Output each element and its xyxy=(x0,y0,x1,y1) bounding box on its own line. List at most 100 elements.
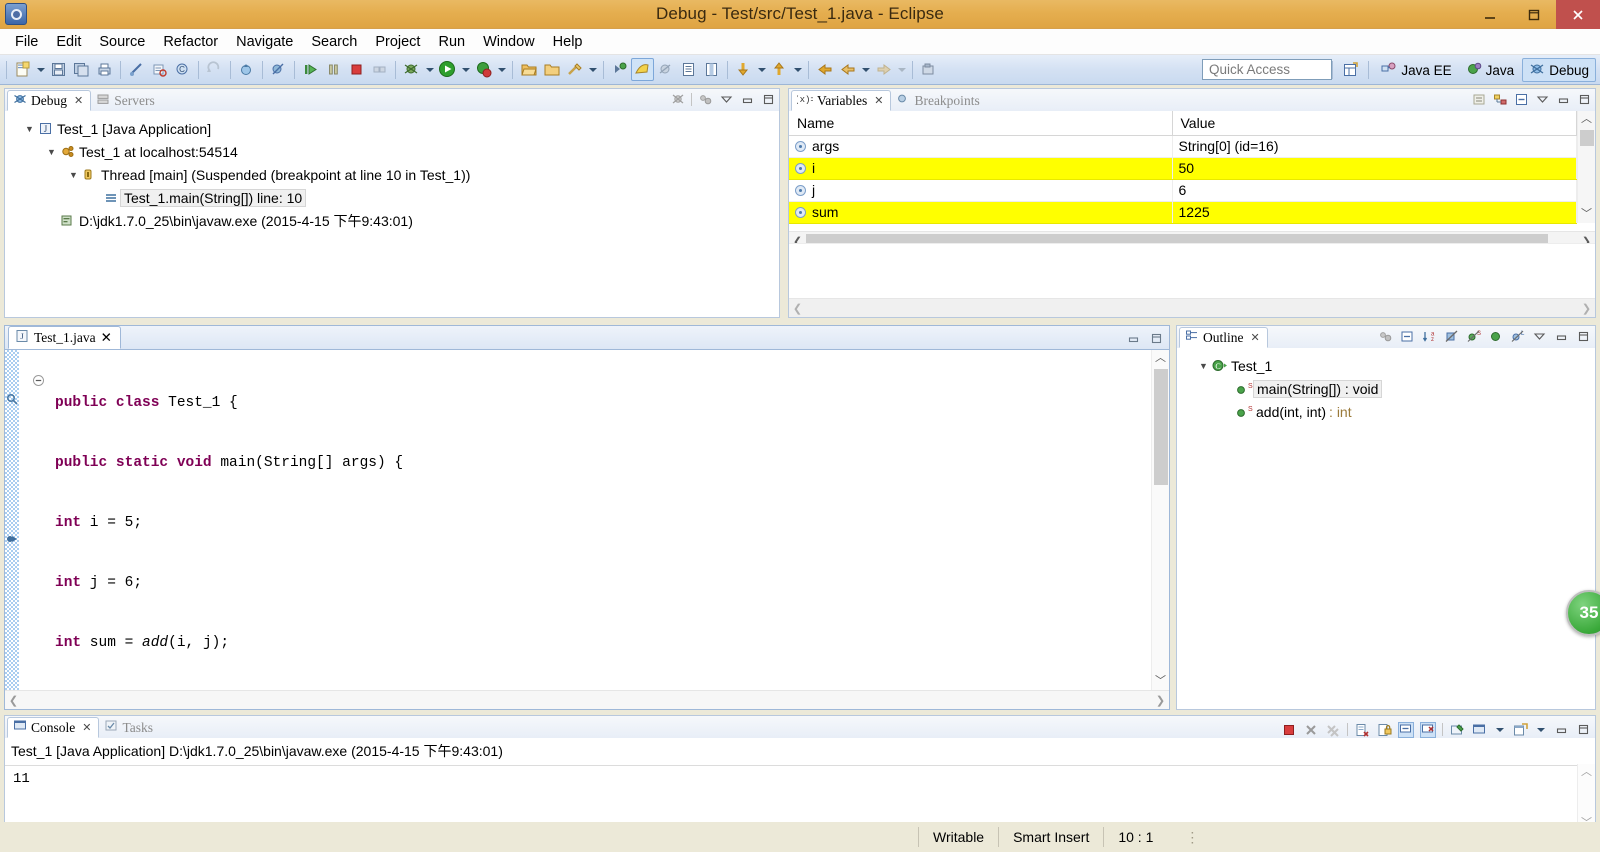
search-dropdown[interactable] xyxy=(586,58,599,81)
minimize-icon[interactable] xyxy=(1553,722,1569,738)
perspective-java[interactable]: Java xyxy=(1460,58,1521,82)
debug-dropdown[interactable] xyxy=(423,58,436,81)
maximize-icon[interactable] xyxy=(1576,91,1592,107)
remove-launch-icon[interactable] xyxy=(1303,722,1319,738)
new-java-class-icon[interactable]: C xyxy=(171,58,194,81)
show-logical-structure-icon[interactable] xyxy=(1492,91,1508,107)
terminate-icon[interactable] xyxy=(1281,722,1297,738)
variables-vertical-scrollbar[interactable]: ︿ ﹀ xyxy=(1577,111,1595,223)
block-selection-icon[interactable] xyxy=(700,58,723,81)
view-menu-debug-icon[interactable] xyxy=(697,91,713,107)
skip-breakpoints-icon[interactable] xyxy=(267,58,290,81)
back-dropdown[interactable] xyxy=(859,58,872,81)
prev-edit-dropdown[interactable] xyxy=(755,58,768,81)
quick-access-input[interactable]: Quick Access xyxy=(1202,59,1332,80)
focus-on-active-task-icon[interactable] xyxy=(1377,328,1393,344)
next-edit-dropdown[interactable] xyxy=(791,58,804,81)
print-icon[interactable] xyxy=(93,58,116,81)
open-type-icon[interactable] xyxy=(148,58,171,81)
scroll-down-icon[interactable]: ﹀ xyxy=(1581,206,1592,223)
close-icon[interactable]: ✕ xyxy=(1251,331,1260,344)
tree-row[interactable]: ▼ Thread [main] (Suspended (breakpoint a… xyxy=(9,163,779,186)
pin-editor-icon[interactable] xyxy=(917,58,940,81)
forward-icon[interactable] xyxy=(872,58,895,81)
hide-local-types-icon[interactable]: L xyxy=(1509,328,1525,344)
editor-horizontal-scrollbar[interactable]: ❮ ❯ xyxy=(5,690,1169,709)
tree-row-selected[interactable]: Test_1.main(String[]) line: 10 xyxy=(9,186,779,209)
twisty-expanded-icon[interactable]: ▼ xyxy=(1197,361,1210,371)
status-resize-grip[interactable]: ⋮ xyxy=(1185,829,1201,846)
outline-row[interactable]: ▼ C Test_1 xyxy=(1183,354,1595,377)
new-console-view-icon[interactable] xyxy=(1512,722,1528,738)
code-editor-text[interactable]: public class Test_1 { public static void… xyxy=(47,350,1150,690)
tab-variables[interactable]: (x)= Variables ✕ xyxy=(791,90,892,111)
scroll-up-icon[interactable]: ︿ xyxy=(1155,350,1166,367)
show-whitespace-icon[interactable] xyxy=(677,58,700,81)
toggle-mark-occurrences-icon[interactable] xyxy=(125,58,148,81)
scroll-right-icon[interactable]: ❯ xyxy=(1152,694,1169,707)
scroll-left-icon[interactable]: ❮ xyxy=(789,302,806,315)
tree-row[interactable]: ▼ J Test_1 [Java Application] xyxy=(9,117,779,140)
column-header-value[interactable]: Value xyxy=(1172,111,1577,136)
variable-value[interactable]: String[0] (id=16) xyxy=(1172,135,1577,158)
pin-console-icon[interactable] xyxy=(1449,722,1465,738)
menu-source[interactable]: Source xyxy=(90,31,154,53)
show-console-on-output-icon[interactable] xyxy=(1398,721,1414,738)
view-menu-icon[interactable] xyxy=(1534,91,1550,107)
menu-edit[interactable]: Edit xyxy=(47,31,90,53)
menu-navigate[interactable]: Navigate xyxy=(227,31,302,53)
previous-edit-location-icon[interactable] xyxy=(732,58,755,81)
tab-servers[interactable]: Servers xyxy=(91,90,162,111)
menu-project[interactable]: Project xyxy=(366,31,429,53)
menu-file[interactable]: File xyxy=(6,31,47,53)
toggle-java-editor-breadcrumb-icon[interactable] xyxy=(631,58,654,81)
view-menu-icon[interactable] xyxy=(718,91,734,107)
minimize-icon[interactable] xyxy=(739,91,755,107)
run-icon[interactable] xyxy=(436,58,459,81)
scroll-up-icon[interactable]: ︿ xyxy=(1581,764,1592,781)
detail-horizontal-scrollbar[interactable]: ❮ ❯ xyxy=(789,298,1595,317)
hide-fields-icon[interactable] xyxy=(1443,328,1459,344)
undo-icon[interactable] xyxy=(203,58,226,81)
maximize-icon[interactable] xyxy=(760,91,776,107)
sort-icon[interactable]: az xyxy=(1421,328,1437,344)
suspend-icon[interactable] xyxy=(322,58,345,81)
resume-icon[interactable] xyxy=(299,58,322,81)
remove-all-terminated-icon[interactable] xyxy=(670,91,686,107)
perspective-debug[interactable]: Debug xyxy=(1522,58,1596,82)
table-row[interactable]: args String[0] (id=16) xyxy=(789,135,1577,158)
open-folder-icon[interactable] xyxy=(540,58,563,81)
close-icon[interactable]: ✕ xyxy=(74,94,83,107)
maximize-button[interactable] xyxy=(1512,0,1556,29)
tab-debug[interactable]: Debug ✕ xyxy=(7,90,92,111)
table-row[interactable]: i 50 xyxy=(789,157,1577,180)
save-icon[interactable] xyxy=(47,58,70,81)
close-icon[interactable]: ✕ xyxy=(874,94,883,107)
folding-ruler[interactable] xyxy=(31,350,47,709)
search-icon-toolbar[interactable] xyxy=(563,58,586,81)
hide-static-icon[interactable]: S xyxy=(1465,328,1481,344)
view-menu-icon[interactable] xyxy=(1531,328,1547,344)
remove-all-launches-icon[interactable] xyxy=(1325,722,1341,738)
minimize-icon[interactable] xyxy=(1553,328,1569,344)
external-tools-dropdown[interactable] xyxy=(495,58,508,81)
outline-row-selected[interactable]: S main(String[]) : void xyxy=(1183,377,1595,400)
annotation-ruler[interactable] xyxy=(5,350,19,709)
layout-icon[interactable] xyxy=(1513,91,1529,107)
close-icon[interactable]: ✕ xyxy=(101,330,112,346)
menu-refactor[interactable]: Refactor xyxy=(154,31,227,53)
back-history-icon[interactable] xyxy=(836,58,859,81)
close-icon[interactable]: ✕ xyxy=(82,721,91,734)
editor-vertical-scrollbar[interactable]: ︿ ﹀ xyxy=(1151,350,1169,690)
variable-value[interactable]: 1225 xyxy=(1172,201,1577,224)
menu-run[interactable]: Run xyxy=(429,31,474,53)
maximize-icon[interactable] xyxy=(1148,330,1164,346)
terminate-icon[interactable] xyxy=(345,58,368,81)
tab-console[interactable]: Console ✕ xyxy=(7,717,100,738)
scroll-down-icon[interactable]: ﹀ xyxy=(1155,673,1166,690)
menu-help[interactable]: Help xyxy=(544,31,592,53)
table-row[interactable]: sum 1225 xyxy=(789,201,1577,224)
twisty-expanded-icon[interactable]: ▼ xyxy=(45,147,58,157)
tree-row[interactable]: D:\jdk1.7.0_25\bin\javaw.exe (2015-4-15 … xyxy=(9,209,779,232)
column-header-name[interactable]: Name xyxy=(789,111,1173,136)
